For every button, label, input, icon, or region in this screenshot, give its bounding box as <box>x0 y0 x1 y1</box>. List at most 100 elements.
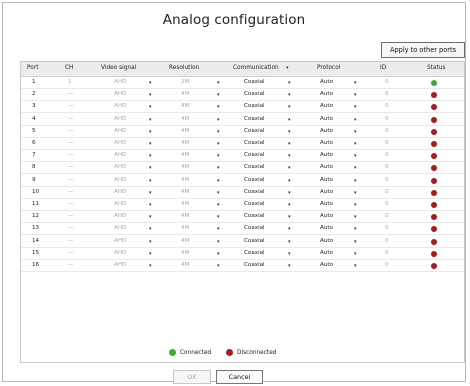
chevron-down-icon[interactable]: ▾ <box>288 104 291 110</box>
resolution-cell[interactable]: 4M <box>181 103 189 109</box>
video-signal-cell[interactable]: AHD <box>114 128 126 134</box>
protocol-cell[interactable]: Auto <box>320 128 333 134</box>
chevron-down-icon[interactable]: ▾ <box>354 190 357 196</box>
chevron-down-icon[interactable]: ▾ <box>217 92 220 98</box>
resolution-cell[interactable]: 4M <box>181 213 189 219</box>
chevron-down-icon[interactable]: ▾ <box>149 80 152 86</box>
resolution-cell[interactable]: 4M <box>181 262 189 268</box>
chevron-down-icon[interactable]: ▾ <box>354 92 357 98</box>
cancel-button[interactable]: Cancel <box>216 370 263 384</box>
protocol-cell[interactable]: Auto <box>320 91 333 97</box>
video-signal-cell[interactable]: AHD <box>114 116 126 122</box>
resolution-cell[interactable]: 4M <box>181 201 189 207</box>
sort-arrow-icon[interactable]: ▾ <box>286 65 289 71</box>
chevron-down-icon[interactable]: ▾ <box>288 153 291 159</box>
chevron-down-icon[interactable]: ▾ <box>149 129 152 135</box>
chevron-down-icon[interactable]: ▾ <box>354 129 357 135</box>
chevron-down-icon[interactable]: ▾ <box>288 263 291 269</box>
communication-cell[interactable]: Coaxial <box>244 140 265 146</box>
communication-cell[interactable]: Coaxial <box>244 177 265 183</box>
resolution-cell[interactable]: 4M <box>181 177 189 183</box>
chevron-down-icon[interactable]: ▾ <box>288 117 291 123</box>
chevron-down-icon[interactable]: ▾ <box>354 239 357 245</box>
video-signal-cell[interactable]: AHD <box>114 91 126 97</box>
protocol-cell[interactable]: Auto <box>320 164 333 170</box>
chevron-down-icon[interactable]: ▾ <box>149 263 152 269</box>
chevron-down-icon[interactable]: ▾ <box>354 202 357 208</box>
resolution-cell[interactable]: 4M <box>181 152 189 158</box>
communication-cell[interactable]: Coaxial <box>244 79 265 85</box>
communication-cell[interactable]: Coaxial <box>244 201 265 207</box>
chevron-down-icon[interactable]: ▾ <box>354 80 357 86</box>
chevron-down-icon[interactable]: ▾ <box>288 214 291 220</box>
chevron-down-icon[interactable]: ▾ <box>288 190 291 196</box>
chevron-down-icon[interactable]: ▾ <box>354 104 357 110</box>
chevron-down-icon[interactable]: ▾ <box>354 178 357 184</box>
video-signal-cell[interactable]: AHD <box>114 177 126 183</box>
video-signal-cell[interactable]: AHD <box>114 140 126 146</box>
resolution-cell[interactable]: 4M <box>181 225 189 231</box>
communication-cell[interactable]: Coaxial <box>244 164 265 170</box>
protocol-cell[interactable]: Auto <box>320 103 333 109</box>
chevron-down-icon[interactable]: ▾ <box>217 214 220 220</box>
chevron-down-icon[interactable]: ▾ <box>149 165 152 171</box>
chevron-down-icon[interactable]: ▾ <box>288 92 291 98</box>
chevron-down-icon[interactable]: ▾ <box>217 104 220 110</box>
chevron-down-icon[interactable]: ▾ <box>288 141 291 147</box>
chevron-down-icon[interactable]: ▾ <box>288 202 291 208</box>
resolution-cell[interactable]: 4M <box>181 238 189 244</box>
video-signal-cell[interactable]: AHD <box>114 213 126 219</box>
protocol-cell[interactable]: Auto <box>320 213 333 219</box>
protocol-cell[interactable]: Auto <box>320 116 333 122</box>
chevron-down-icon[interactable]: ▾ <box>149 251 152 257</box>
chevron-down-icon[interactable]: ▾ <box>149 190 152 196</box>
resolution-cell[interactable]: 4M <box>181 116 189 122</box>
chevron-down-icon[interactable]: ▾ <box>217 251 220 257</box>
chevron-down-icon[interactable]: ▾ <box>149 141 152 147</box>
chevron-down-icon[interactable]: ▾ <box>217 178 220 184</box>
chevron-down-icon[interactable]: ▾ <box>354 141 357 147</box>
communication-cell[interactable]: Coaxial <box>244 225 265 231</box>
video-signal-cell[interactable]: AHD <box>114 189 126 195</box>
chevron-down-icon[interactable]: ▾ <box>217 80 220 86</box>
chevron-down-icon[interactable]: ▾ <box>217 165 220 171</box>
communication-cell[interactable]: Coaxial <box>244 91 265 97</box>
video-signal-cell[interactable]: AHD <box>114 79 126 85</box>
chevron-down-icon[interactable]: ▾ <box>217 153 220 159</box>
video-signal-cell[interactable]: AHD <box>114 262 126 268</box>
chevron-down-icon[interactable]: ▾ <box>149 153 152 159</box>
communication-cell[interactable]: Coaxial <box>244 189 265 195</box>
protocol-cell[interactable]: Auto <box>320 250 333 256</box>
protocol-cell[interactable]: Auto <box>320 262 333 268</box>
video-signal-cell[interactable]: AHD <box>114 152 126 158</box>
video-signal-cell[interactable]: AHD <box>114 103 126 109</box>
chevron-down-icon[interactable]: ▾ <box>217 263 220 269</box>
communication-cell[interactable]: Coaxial <box>244 238 265 244</box>
resolution-cell[interactable]: 4M <box>181 189 189 195</box>
protocol-cell[interactable]: Auto <box>320 189 333 195</box>
resolution-cell[interactable]: 4M <box>181 140 189 146</box>
chevron-down-icon[interactable]: ▾ <box>354 165 357 171</box>
protocol-cell[interactable]: Auto <box>320 177 333 183</box>
chevron-down-icon[interactable]: ▾ <box>217 202 220 208</box>
chevron-down-icon[interactable]: ▾ <box>288 165 291 171</box>
chevron-down-icon[interactable]: ▾ <box>354 153 357 159</box>
chevron-down-icon[interactable]: ▾ <box>354 226 357 232</box>
protocol-cell[interactable]: Auto <box>320 140 333 146</box>
chevron-down-icon[interactable]: ▾ <box>217 226 220 232</box>
protocol-cell[interactable]: Auto <box>320 225 333 231</box>
apply-to-other-ports-button[interactable]: Apply to other ports <box>381 42 465 58</box>
chevron-down-icon[interactable]: ▾ <box>217 141 220 147</box>
chevron-down-icon[interactable]: ▾ <box>149 104 152 110</box>
chevron-down-icon[interactable]: ▾ <box>149 92 152 98</box>
resolution-cell[interactable]: 4M <box>181 91 189 97</box>
chevron-down-icon[interactable]: ▾ <box>217 117 220 123</box>
communication-cell[interactable]: Coaxial <box>244 103 265 109</box>
chevron-down-icon[interactable]: ▾ <box>149 117 152 123</box>
chevron-down-icon[interactable]: ▾ <box>288 80 291 86</box>
ok-button[interactable]: OK <box>173 370 211 384</box>
protocol-cell[interactable]: Auto <box>320 238 333 244</box>
communication-cell[interactable]: Coaxial <box>244 128 265 134</box>
resolution-cell[interactable]: 4M <box>181 164 189 170</box>
video-signal-cell[interactable]: AHD <box>114 201 126 207</box>
